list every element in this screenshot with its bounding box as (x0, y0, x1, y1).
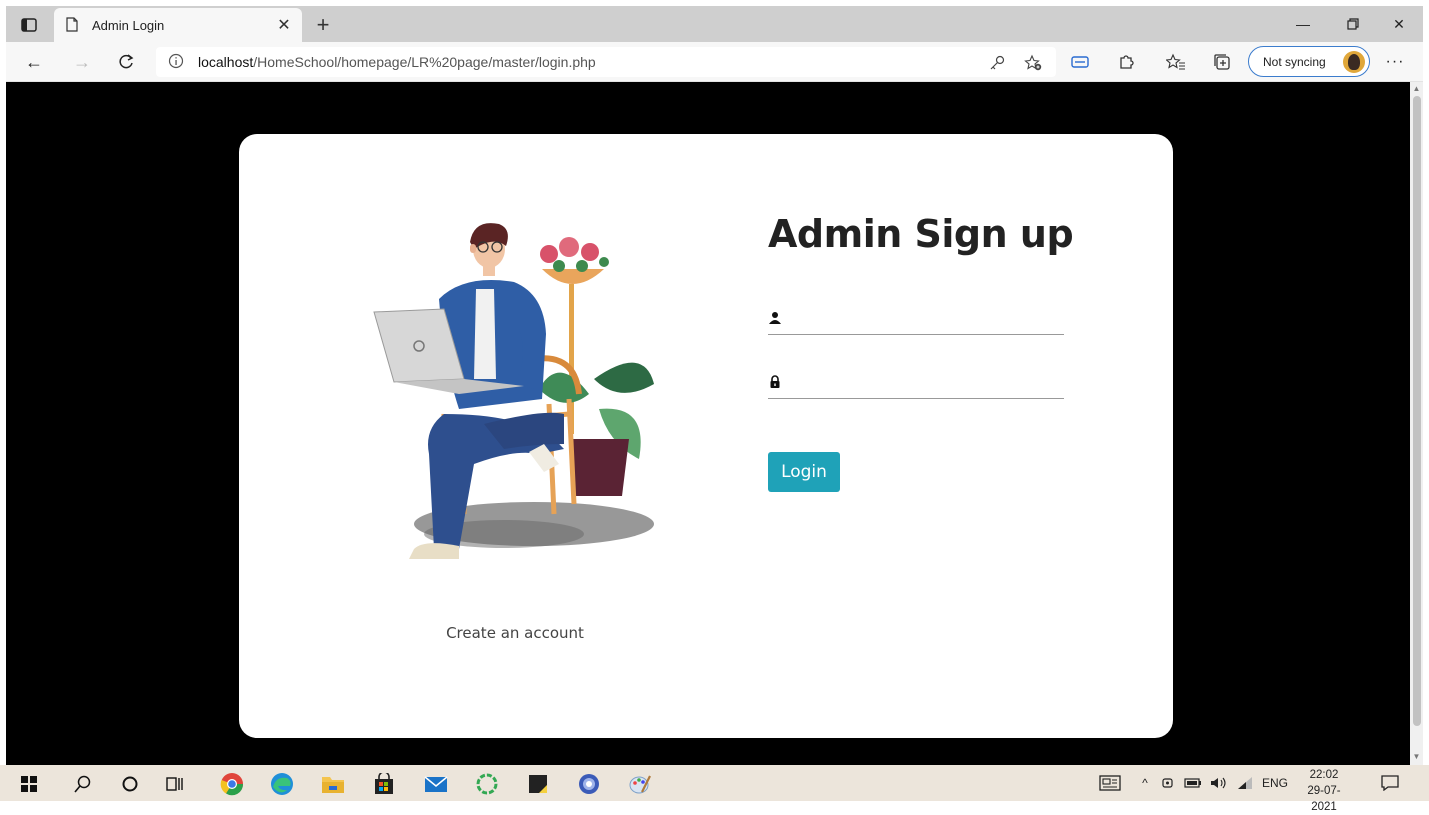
restore-icon[interactable] (1330, 12, 1376, 36)
user-icon (768, 311, 782, 325)
browser-tab[interactable]: Admin Login ✕ (54, 8, 302, 42)
favorites-icon[interactable] (1164, 51, 1188, 73)
close-tab-icon[interactable]: ✕ (272, 13, 296, 37)
tab-title: Admin Login (92, 17, 165, 33)
scrollbar-thumb[interactable] (1413, 96, 1421, 726)
battery-icon[interactable] (1183, 775, 1203, 791)
site-info-icon[interactable] (168, 53, 186, 71)
url-host: localhost (198, 54, 254, 70)
show-hidden-icons-icon[interactable]: ^ (1137, 775, 1153, 791)
windows-taskbar: ^ ENG 22:02 29-07-2021 (0, 765, 1429, 813)
key-icon[interactable] (986, 52, 1008, 74)
tab-bar: Admin Login ✕ + — ✕ (6, 6, 1423, 42)
profile-button[interactable]: Not syncing (1248, 46, 1370, 77)
mail-icon[interactable] (423, 771, 449, 797)
password-field (768, 369, 1064, 399)
login-card: Create an account Admin Sign up Login (239, 134, 1173, 738)
windows-start-icon[interactable] (16, 771, 42, 797)
input-language-indicator[interactable]: ENG (1260, 775, 1290, 791)
paint-icon[interactable] (627, 771, 653, 797)
volume-icon[interactable] (1208, 775, 1230, 791)
sticky-notes-icon[interactable] (525, 771, 551, 797)
extensions-icon[interactable] (1114, 51, 1138, 73)
login-button[interactable]: Login (768, 452, 840, 492)
new-tab-button[interactable]: + (310, 12, 336, 38)
close-window-icon[interactable]: ✕ (1376, 12, 1422, 36)
minimize-icon[interactable]: — (1280, 12, 1326, 36)
browser-window: Admin Login ✕ + — ✕ ← → localhost/HomeSc… (6, 6, 1423, 765)
forward-icon[interactable]: → (68, 49, 96, 75)
clock-date: 29-07-2021 (1307, 785, 1341, 813)
clock-time: 22:02 (1309, 769, 1339, 781)
file-explorer-icon[interactable] (320, 771, 346, 797)
username-field (768, 305, 1064, 335)
app-ring-icon[interactable] (474, 771, 500, 797)
search-icon[interactable] (70, 771, 96, 797)
cortana-icon[interactable] (117, 771, 143, 797)
person-with-laptop-illustration (373, 223, 654, 559)
store-icon[interactable] (371, 771, 397, 797)
meet-now-icon[interactable] (1160, 775, 1176, 791)
username-input[interactable] (792, 305, 1062, 333)
lock-icon (768, 375, 782, 389)
wifi-icon[interactable] (1236, 775, 1254, 791)
immersive-reader-icon[interactable] (1068, 51, 1092, 73)
clock[interactable]: 22:02 29-07-2021 (1296, 767, 1352, 815)
app-circle-icon[interactable] (576, 771, 602, 797)
create-account-link[interactable]: Create an account (239, 624, 791, 642)
password-input[interactable] (792, 369, 1062, 397)
collections-icon[interactable] (1210, 51, 1234, 73)
avatar (1343, 50, 1365, 73)
url-path: /HomeSchool/homepage/LR%20page/master/lo… (253, 54, 596, 70)
chrome-icon[interactable] (219, 771, 245, 797)
browser-toolbar: ← → localhost/HomeSchool/homepage/LR%20p… (6, 42, 1423, 82)
more-options-icon[interactable]: ··· (1381, 50, 1409, 74)
scroll-up-icon[interactable]: ▲ (1412, 84, 1421, 94)
tab-actions-button[interactable] (16, 14, 42, 36)
add-favorite-icon[interactable] (1022, 52, 1044, 74)
refresh-icon[interactable] (112, 49, 140, 75)
page-viewport: Create an account Admin Sign up Login (6, 82, 1410, 765)
page-scrollbar[interactable]: ▲ ▼ (1410, 82, 1423, 765)
page-title: Admin Sign up (768, 212, 1074, 256)
page-icon (66, 17, 80, 33)
scroll-down-icon[interactable]: ▼ (1412, 752, 1421, 762)
task-view-icon[interactable] (162, 771, 188, 797)
notifications-icon[interactable] (1379, 775, 1401, 791)
news-widget-icon[interactable] (1097, 775, 1123, 791)
address-bar[interactable]: localhost/HomeSchool/homepage/LR%20page/… (156, 47, 1056, 77)
tab-actions-icon (21, 18, 37, 32)
profile-label: Not syncing (1263, 54, 1326, 69)
edge-icon[interactable] (269, 771, 295, 797)
back-icon[interactable]: ← (20, 49, 48, 75)
